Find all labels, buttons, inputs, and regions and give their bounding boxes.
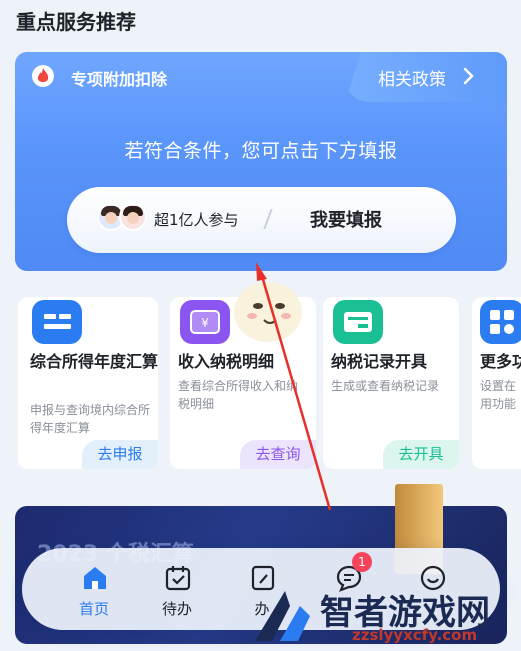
tile-title: 综合所得年度汇算: [30, 352, 159, 371]
nav-home[interactable]: 首页: [54, 548, 134, 630]
unread-badge: 1: [352, 552, 372, 572]
divider: [263, 209, 273, 229]
section-title: 重点服务推荐: [16, 10, 136, 34]
fire-icon: [32, 65, 54, 87]
card-subtitle: 若符合条件，您可点击下方填报: [124, 140, 398, 162]
fill-report-button[interactable]: 超1亿人参与 我要填报: [67, 187, 456, 253]
card-title: 专项附加扣除: [71, 70, 168, 89]
avatar: [119, 203, 147, 231]
fill-report-label: 我要填报: [310, 210, 382, 231]
related-policy-label: 相关政策: [378, 70, 446, 90]
tile-title: 纳税记录开具: [331, 352, 428, 371]
watermark-url: zzslyyxcfy.com: [352, 626, 478, 644]
participants-count: 超1亿人参与: [154, 211, 239, 229]
tax-record-icon: [333, 300, 383, 344]
tile-description: 申报与查询境内综合所得年度汇算: [30, 403, 151, 435]
nav-todo[interactable]: 待办: [137, 548, 217, 630]
calendar-check-icon: [165, 566, 191, 591]
more-functions-tile[interactable]: 更多功 设置在用功能: [472, 297, 521, 469]
declare-button[interactable]: 去申报: [82, 440, 158, 469]
tile-title: 收入纳税明细: [178, 352, 275, 371]
special-deduction-card[interactable]: 专项附加扣除 相关政策 若符合条件，您可点击下方填报 超1亿人参与 我要填报: [15, 52, 507, 271]
svg-text:¥: ¥: [201, 316, 209, 330]
tile-title: 更多功: [480, 352, 521, 371]
tax-record-tile[interactable]: 纳税记录开具 生成或查看纳税记录 去开具: [323, 297, 459, 469]
mascot-sticker: [234, 282, 302, 342]
watermark-logo: [255, 591, 310, 641]
tile-description: 生成或查看纳税记录: [331, 379, 440, 393]
home-icon: [84, 567, 106, 589]
income-detail-icon: ¥: [180, 300, 230, 344]
query-button[interactable]: 去查询: [240, 440, 316, 469]
card-header: 专项附加扣除 相关政策: [15, 52, 507, 102]
chevron-right-icon: [463, 67, 474, 85]
tile-description: 查看综合所得收入和纳税明细: [178, 379, 299, 411]
issue-button[interactable]: 去开具: [383, 440, 459, 469]
nav-label: 首页: [78, 600, 109, 618]
reconciliation-icon: [32, 300, 82, 344]
nav-label: 待办: [161, 600, 192, 618]
grid-icon: [480, 300, 521, 344]
related-policy-link[interactable]: 相关政策: [345, 52, 507, 102]
tile-description: 设置在用功能: [480, 379, 517, 411]
annual-reconciliation-tile[interactable]: 综合所得年度汇算 申报与查询境内综合所得年度汇算 去申报: [18, 297, 158, 469]
